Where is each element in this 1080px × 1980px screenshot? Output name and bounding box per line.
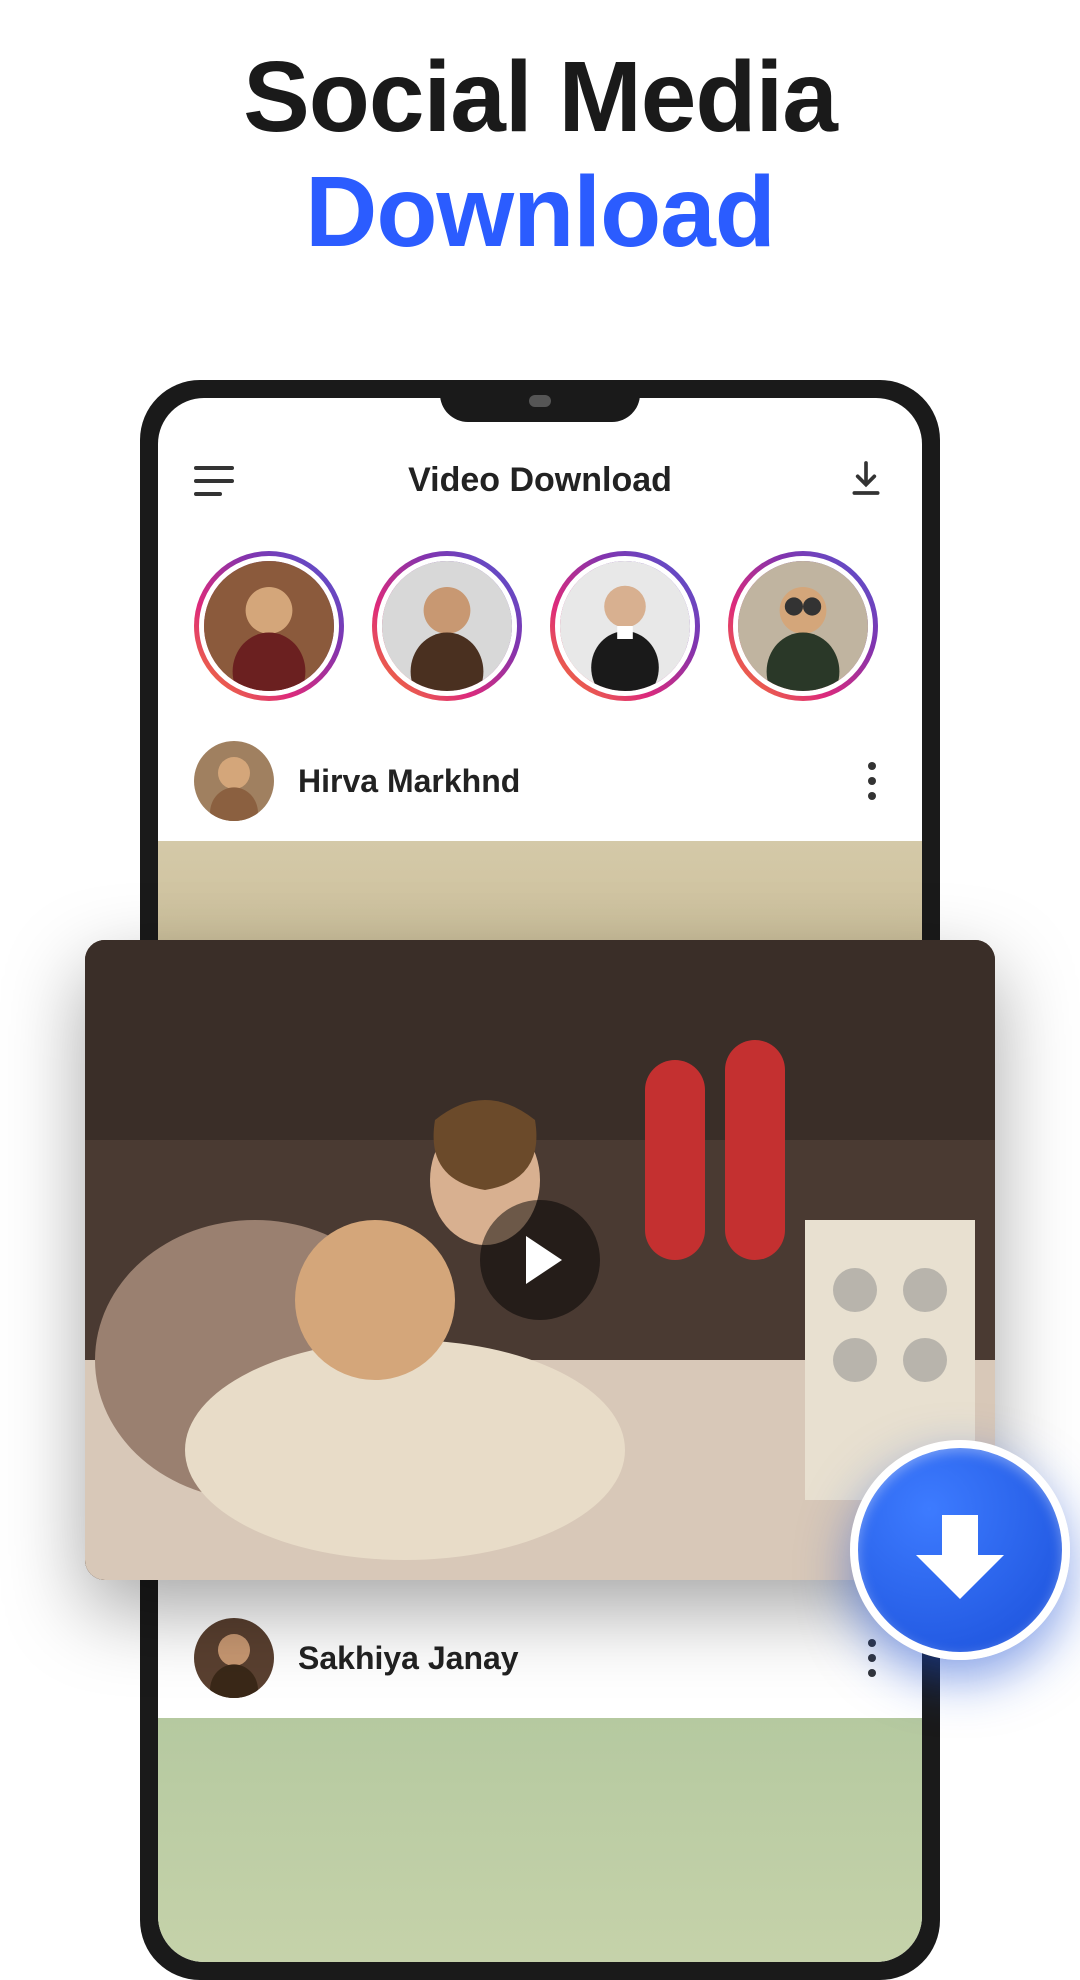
hero-heading: Social Media Download (0, 0, 1080, 270)
app-title: Video Download (408, 461, 672, 500)
post-author-name: Sakhiya Janay (298, 1640, 834, 1677)
stories-row[interactable] (158, 523, 922, 721)
post-media[interactable] (158, 1718, 922, 1962)
download-arrow-icon (925, 1515, 995, 1585)
post-author-name: Hirva Markhnd (298, 763, 834, 800)
video-preview-card[interactable] (85, 940, 995, 1580)
more-options-icon[interactable] (858, 1629, 886, 1687)
post-author-avatar[interactable] (194, 1618, 274, 1698)
download-icon[interactable] (846, 458, 886, 503)
hero-line-1: Social Media (0, 40, 1080, 155)
post-author-avatar[interactable] (194, 741, 274, 821)
more-options-icon[interactable] (858, 752, 886, 810)
story-avatar[interactable] (728, 551, 878, 701)
download-fab[interactable] (850, 1440, 1070, 1660)
phone-notch (440, 380, 640, 422)
story-avatar[interactable] (372, 551, 522, 701)
story-avatar[interactable] (194, 551, 344, 701)
post-header: Sakhiya Janay (158, 1598, 922, 1718)
play-icon[interactable] (480, 1200, 600, 1320)
story-avatar[interactable] (550, 551, 700, 701)
menu-icon[interactable] (194, 466, 234, 496)
hero-line-2: Download (0, 155, 1080, 270)
post-header: Hirva Markhnd (158, 721, 922, 841)
